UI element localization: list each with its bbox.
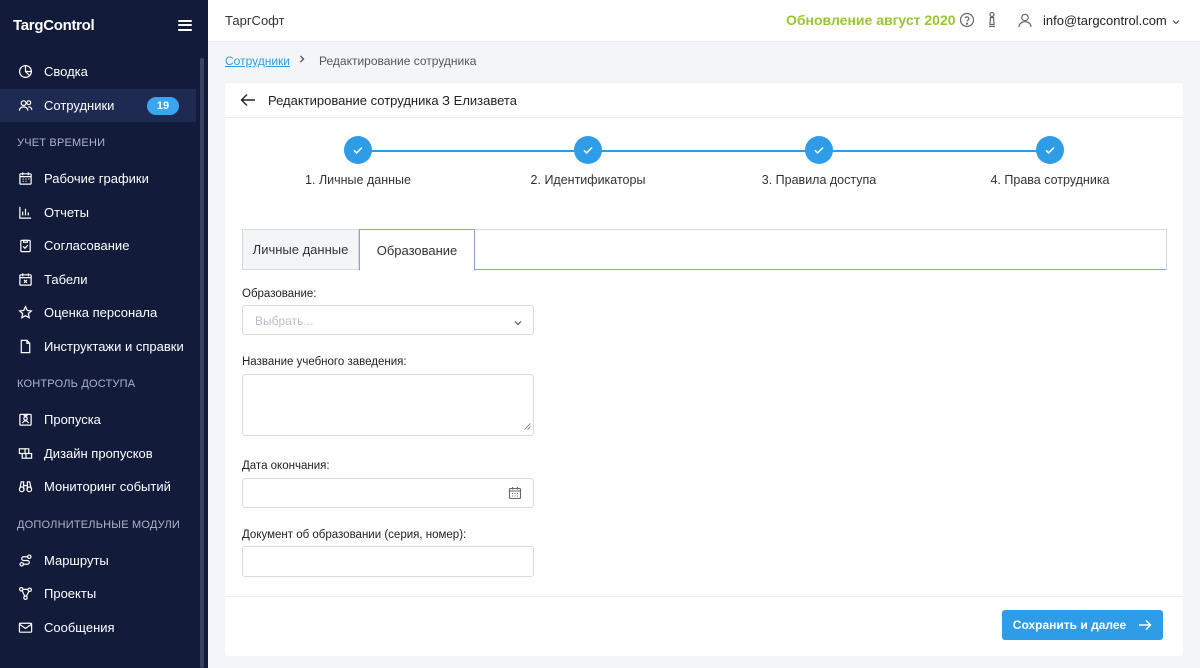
- save-and-next-button[interactable]: Сохранить и далее: [1002, 610, 1163, 640]
- step-3-label[interactable]: 3. Правила доступа: [762, 173, 876, 187]
- card-header: Редактирование сотрудника З Елизавета: [225, 83, 1183, 118]
- sidebar-item-label: Пропуска: [44, 412, 101, 428]
- sidebar-item-projects[interactable]: Проекты: [0, 577, 196, 611]
- pie-chart-icon: [17, 64, 33, 80]
- end-date-input[interactable]: [242, 478, 534, 508]
- sidebar-item-pass-design[interactable]: Дизайн пропусков: [0, 437, 196, 471]
- sidebar-item-label: Инструктажи и справки: [44, 338, 184, 354]
- count-badge: 19: [147, 96, 179, 115]
- bar-chart-icon: [17, 204, 33, 220]
- stepper-progress-line: [358, 150, 1052, 152]
- sidebar-item-label: Проекты: [44, 586, 97, 602]
- user-icon[interactable]: [1016, 11, 1034, 29]
- section-title: Контроль доступа: [17, 378, 136, 390]
- sidebar-item-label: Табели: [44, 271, 88, 287]
- footer-divider: [225, 596, 1183, 597]
- save-and-next-label: Сохранить и далее: [1012, 618, 1127, 632]
- sidebar-item-label: Сводка: [44, 64, 88, 80]
- sidebar-item-label: Сообщения: [44, 619, 115, 635]
- help-icon[interactable]: [958, 11, 976, 29]
- update-link[interactable]: Обновление август 2020: [786, 12, 956, 28]
- back-arrow-icon[interactable]: [240, 93, 256, 110]
- user-email[interactable]: info@targcontrol.com: [1043, 13, 1167, 28]
- page-title: Редактирование сотрудника З Елизавета: [268, 93, 517, 108]
- arrow-right-icon: [1139, 620, 1152, 630]
- sidebar-item-label: Мониторинг событий: [44, 479, 171, 495]
- sidebar-item-label: Сотрудники: [44, 97, 115, 113]
- resize-grip-icon[interactable]: [524, 418, 531, 433]
- step-1-label[interactable]: 1. Личные данные: [305, 173, 411, 187]
- chevron-down-icon: [513, 316, 523, 331]
- sidebar-item-label: Согласование: [44, 238, 130, 254]
- sidebar-item-label: Дизайн пропусков: [44, 445, 153, 461]
- sidebar-item-label: Оценка персонала: [44, 305, 158, 321]
- edit-employee-card: Редактирование сотрудника З Елизавета 1.…: [225, 83, 1183, 656]
- step-4-label[interactable]: 4. Права сотрудника: [990, 173, 1109, 187]
- sidebar-item-label: Отчеты: [44, 204, 89, 220]
- binoculars-icon: [17, 479, 33, 495]
- step-2-label[interactable]: 2. Идентификаторы: [531, 173, 646, 187]
- sidebar-item-summary[interactable]: Сводка: [0, 55, 196, 89]
- section-title: Дополнительные модули: [17, 518, 180, 531]
- app-logo[interactable]: TargControl: [13, 17, 95, 34]
- tab-personal-data[interactable]: Личные данные: [242, 229, 359, 270]
- breadcrumb-current: Редактирование сотрудника: [319, 54, 477, 68]
- breadcrumb-separator-icon: [297, 53, 307, 68]
- breadcrumb-employees-link[interactable]: Сотрудники: [225, 54, 290, 68]
- calendar-icon[interactable]: [508, 486, 522, 503]
- users-icon: [17, 97, 33, 113]
- education-select[interactable]: Выбрать...: [242, 305, 534, 335]
- top-header: ТаргСофт Обновление август 2020 info@tar…: [208, 0, 1200, 42]
- end-date-label: Дата окончания:: [242, 460, 330, 472]
- step-4-check-icon[interactable]: [1036, 136, 1064, 164]
- logo-row: TargControl: [0, 0, 208, 50]
- sidebar: TargControl Сводка Сотрудники 19 Учет вр…: [0, 0, 208, 668]
- sidebar-scrollbar[interactable]: [200, 58, 204, 668]
- calendar-icon: [17, 171, 33, 187]
- projects-icon: [17, 586, 33, 602]
- route-icon: [17, 552, 33, 568]
- section-title: Учет времени: [17, 137, 106, 149]
- sidebar-item-briefings[interactable]: Инструктажи и справки: [0, 330, 196, 364]
- sidebar-item-messages[interactable]: Сообщения: [0, 611, 196, 645]
- education-document-label: Документ об образовании (серия, номер):: [242, 529, 467, 541]
- document-icon: [17, 338, 33, 354]
- sidebar-item-routes[interactable]: Маршруты: [0, 544, 196, 578]
- mail-icon: [17, 619, 33, 635]
- education-document-input[interactable]: [242, 546, 534, 577]
- sidebar-item-reports[interactable]: Отчеты: [0, 196, 196, 230]
- sidebar-item-label: Маршруты: [44, 552, 109, 568]
- sidebar-item-timesheets[interactable]: Табели: [0, 263, 196, 297]
- education-select-placeholder: Выбрать...: [255, 314, 314, 328]
- sidebar-item-employees[interactable]: Сотрудники 19: [0, 88, 196, 122]
- institution-label: Название учебного заведения:: [242, 356, 407, 368]
- sidebar-item-label: Рабочие графики: [44, 171, 149, 187]
- clipboard-check-icon: [17, 238, 33, 254]
- chevron-down-icon[interactable]: [1171, 15, 1181, 30]
- badge-icon: [17, 412, 33, 428]
- company-name: ТаргСофт: [225, 13, 285, 28]
- sidebar-item-monitoring[interactable]: Мониторинг событий: [0, 470, 196, 504]
- step-1-check-icon[interactable]: [344, 136, 372, 164]
- sidebar-item-passes[interactable]: Пропуска: [0, 403, 196, 437]
- menu-burger-icon[interactable]: [178, 19, 192, 31]
- calendar-x-icon: [17, 271, 33, 287]
- education-label: Образование:: [242, 288, 317, 300]
- star-icon: [17, 305, 33, 321]
- tab-education[interactable]: Образование: [359, 229, 475, 271]
- chess-piece-icon[interactable]: [983, 11, 1001, 29]
- institution-textarea[interactable]: [242, 374, 534, 436]
- sidebar-item-evaluation[interactable]: Оценка персонала: [0, 296, 196, 330]
- sidebar-item-schedules[interactable]: Рабочие графики: [0, 162, 196, 196]
- step-3-check-icon[interactable]: [805, 136, 833, 164]
- sidebar-item-approval[interactable]: Согласование: [0, 229, 196, 263]
- step-2-check-icon[interactable]: [574, 136, 602, 164]
- tab-bar: Личные данные Образование: [242, 229, 1167, 271]
- design-icon: [17, 445, 33, 461]
